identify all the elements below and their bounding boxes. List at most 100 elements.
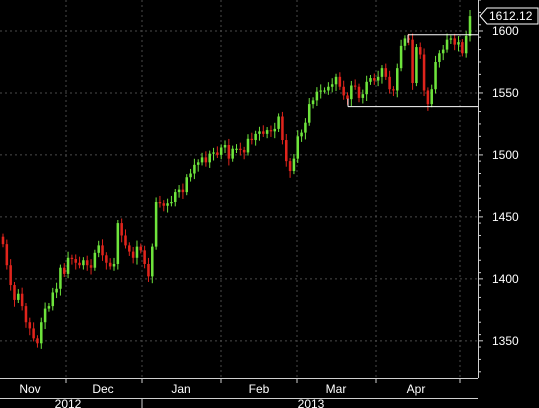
candle-body xyxy=(353,85,357,87)
candle-body xyxy=(120,223,123,236)
candle-body xyxy=(59,267,62,289)
candle-body xyxy=(269,130,273,132)
candle-body xyxy=(434,61,437,90)
chart-background xyxy=(0,0,539,408)
candle-body xyxy=(124,235,127,246)
candle-body xyxy=(78,262,81,266)
candle-body xyxy=(403,38,407,46)
candle-body xyxy=(415,47,418,84)
x-tick-label-month: Jan xyxy=(171,382,190,396)
candle-body xyxy=(265,130,269,134)
candle-body xyxy=(319,90,322,92)
candle-body xyxy=(300,132,303,137)
candle-body xyxy=(304,122,307,133)
candle-body xyxy=(51,292,55,307)
candle-body xyxy=(258,131,261,134)
candle-body xyxy=(212,152,215,154)
candle-body xyxy=(200,157,204,163)
candle-body xyxy=(154,202,158,247)
candle-body xyxy=(464,35,468,54)
x-tick-label-month: Nov xyxy=(19,382,40,396)
candle-body xyxy=(445,39,449,50)
candle-body xyxy=(277,116,280,129)
candle-body xyxy=(166,203,169,206)
candle-body xyxy=(17,293,20,300)
candle-body xyxy=(9,265,12,286)
candle-body xyxy=(288,161,292,172)
candle-body xyxy=(422,54,426,91)
candle-body xyxy=(70,257,74,260)
candle-body xyxy=(131,251,135,258)
candle-body xyxy=(330,84,334,87)
candle-body xyxy=(250,138,254,141)
candle-body xyxy=(177,189,181,193)
candle-body xyxy=(246,138,250,153)
candle-body xyxy=(55,288,58,293)
candle-body xyxy=(40,322,43,344)
candle-body xyxy=(388,76,391,90)
y-tick-label: 1450 xyxy=(492,210,519,224)
candle-body xyxy=(62,267,66,274)
candle-body xyxy=(219,147,223,155)
candle-body xyxy=(74,259,77,263)
candle-body xyxy=(453,38,456,45)
candle-body xyxy=(128,245,131,252)
candle-body xyxy=(196,162,200,165)
y-tick-label: 1350 xyxy=(492,334,519,348)
candle-body xyxy=(468,16,472,36)
x-year-label: 2012 xyxy=(55,397,82,408)
candle-body xyxy=(227,145,231,159)
candle-body xyxy=(254,133,257,141)
candle-body xyxy=(162,203,166,206)
candle-body xyxy=(284,140,288,162)
candle-body xyxy=(311,100,315,105)
candle-body xyxy=(376,76,380,81)
candle-body xyxy=(112,263,116,267)
candle-body xyxy=(396,68,399,91)
candle-body xyxy=(193,164,196,174)
candle-body xyxy=(1,236,5,245)
candle-body xyxy=(158,202,162,204)
y-tick-label: 1600 xyxy=(492,24,519,38)
candle-body xyxy=(173,192,177,203)
y-tick-label: 1400 xyxy=(492,272,519,286)
x-year-label: 2013 xyxy=(298,397,325,408)
candle-body xyxy=(116,223,120,264)
candle-body xyxy=(441,49,445,54)
candle-body xyxy=(24,306,28,323)
candle-body xyxy=(66,257,70,274)
last-value-label: 1612.12 xyxy=(489,9,533,23)
candle-body xyxy=(101,245,104,256)
candle-body xyxy=(28,322,32,329)
candle-body xyxy=(97,245,100,253)
candle-body xyxy=(135,246,139,258)
candle-body xyxy=(181,189,185,193)
candle-body xyxy=(350,85,353,100)
candle-body xyxy=(334,76,338,85)
candle-body xyxy=(43,308,47,323)
candle-body xyxy=(147,263,150,277)
candle-body xyxy=(189,173,192,178)
candle-body xyxy=(342,86,345,96)
candle-body xyxy=(411,39,414,84)
candle-body xyxy=(20,293,24,307)
candle-body xyxy=(47,306,51,309)
x-tick-label-month: Feb xyxy=(249,382,270,396)
candle-body xyxy=(380,68,384,77)
candle-body xyxy=(82,260,85,266)
candle-body xyxy=(292,158,296,172)
candle-body xyxy=(426,90,430,105)
candle-body xyxy=(365,81,368,95)
candle-body xyxy=(392,89,395,91)
candle-body xyxy=(151,246,154,277)
candle-body xyxy=(461,42,464,54)
candle-body xyxy=(399,45,403,69)
candle-body xyxy=(281,116,284,141)
x-tick-label-month: Dec xyxy=(92,382,113,396)
candle-body xyxy=(307,104,311,123)
candle-body xyxy=(235,148,238,150)
candle-body xyxy=(338,76,342,87)
candle-body xyxy=(296,136,300,159)
candle-body xyxy=(438,53,441,62)
candle-body xyxy=(185,177,189,193)
